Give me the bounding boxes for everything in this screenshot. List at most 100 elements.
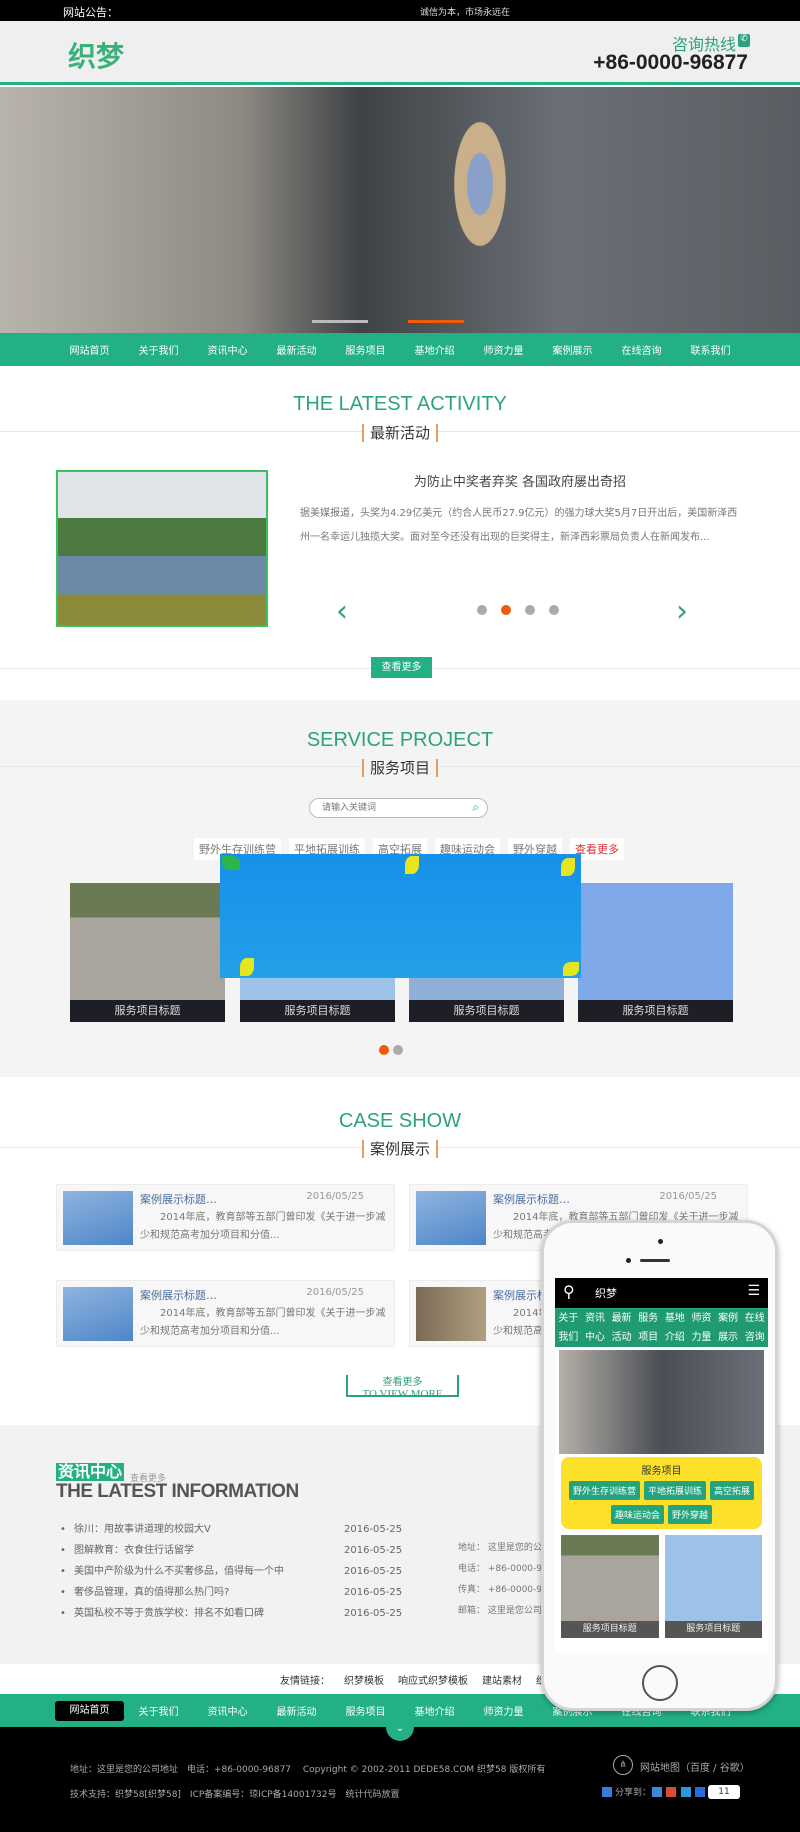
footer-nav-item[interactable]: 资讯中心 bbox=[193, 1703, 262, 1718]
cases-title-cn: 案例展示 bbox=[361, 1140, 438, 1158]
phone-service-tag[interactable]: 趣味运动会 bbox=[610, 1505, 664, 1524]
info-item-title[interactable]: 英国私校不等于贵族学校：排名不如看口碑 bbox=[74, 1603, 344, 1624]
phone-nav-item[interactable]: 在线咨询 bbox=[741, 1309, 768, 1347]
share-weibo-icon[interactable] bbox=[666, 1787, 676, 1797]
case-item[interactable]: 案例展示标题… 2016/05/25 2014年底，教育部等五部门曾印发《关于进一步… bbox=[56, 1280, 395, 1347]
service-item[interactable]: 服务项目标题 bbox=[70, 883, 225, 1022]
phone-nav-item[interactable]: 最新活动 bbox=[608, 1309, 635, 1347]
view-more-button[interactable]: 查看更多 TO VIEW MORE bbox=[346, 1373, 459, 1400]
footer-nav-item[interactable]: 基地介绍 bbox=[400, 1703, 469, 1718]
phone-nav: 关于我们 资讯中心 最新活动 服务项目 基地介绍 师资力量 案例展示 在线咨询 bbox=[555, 1308, 768, 1347]
footer-nav-item[interactable]: 服务项目 bbox=[331, 1703, 400, 1718]
info-title-en: THE LATEST INFORMATION bbox=[56, 1481, 299, 1502]
share-plus-icon[interactable] bbox=[602, 1787, 612, 1797]
slide-dot-active[interactable] bbox=[379, 1045, 389, 1055]
phone-service-tag[interactable]: 野外生存训练营 bbox=[568, 1481, 640, 1500]
info-item[interactable]: • 徐川：用故事讲道理的校园大V 2016-05-25 bbox=[52, 1519, 402, 1540]
nav-item[interactable]: 最新活动 bbox=[262, 342, 331, 357]
case-title[interactable]: 案例展示标题… bbox=[493, 1191, 570, 1207]
phone-service-item[interactable]: 服务项目标题 bbox=[561, 1535, 659, 1638]
banner-indicator-active[interactable] bbox=[408, 320, 464, 323]
footer-nav-item-active[interactable]: 网站首页 bbox=[55, 1700, 124, 1721]
friend-link[interactable]: 响应式织梦模板 bbox=[398, 1672, 468, 1687]
friend-links: 友情链接：织梦模板响应式织梦模板建站素材织梦 bbox=[280, 1672, 556, 1687]
phone-mockup: ⚲ 织梦 ☰ 关于我们 资讯中心 最新活动 服务项目 基地介绍 师资力量 案例展示 在线咨询 … bbox=[541, 1220, 778, 1711]
slide-dot[interactable] bbox=[549, 605, 559, 615]
main-nav: 网站首页 关于我们 资讯中心 最新活动 服务项目 基地介绍 师资力量 案例展示 在线咨询 联系我们 bbox=[0, 333, 800, 366]
info-item-title[interactable]: 图解教育：衣食住行话留学 bbox=[74, 1540, 344, 1561]
nav-item[interactable]: 联系我们 bbox=[676, 342, 745, 357]
banner-indicator[interactable] bbox=[312, 320, 368, 323]
info-item[interactable]: • 英国私校不等于贵族学校：排名不如看口碑 2016-05-25 bbox=[52, 1603, 402, 1624]
phone-service-tag[interactable]: 高空拓展 bbox=[710, 1481, 755, 1500]
phone-nav-item[interactable]: 基地介绍 bbox=[662, 1309, 689, 1347]
search-icon[interactable]: ⌕ bbox=[472, 800, 479, 815]
phone-nav-item[interactable]: 资讯中心 bbox=[582, 1309, 609, 1347]
activity-more-button[interactable]: 查看更多 bbox=[371, 657, 432, 678]
slide-dot[interactable] bbox=[477, 605, 487, 615]
sitemap-link[interactable]: 网站地图（百度 / 谷歌） bbox=[640, 1759, 750, 1774]
slide-dot[interactable] bbox=[393, 1045, 403, 1055]
case-image[interactable] bbox=[63, 1287, 133, 1341]
share-count: 11 bbox=[708, 1785, 740, 1799]
phone-service-title: 服务项目 bbox=[641, 1466, 682, 1477]
nav-item[interactable]: 资讯中心 bbox=[193, 342, 262, 357]
nav-item[interactable]: 案例展示 bbox=[538, 342, 607, 357]
menu-icon[interactable]: ☰ bbox=[747, 1283, 760, 1299]
nav-item[interactable]: 在线咨询 bbox=[607, 342, 676, 357]
share-qzone-icon[interactable] bbox=[652, 1787, 662, 1797]
info-item-title[interactable]: 奢侈品管理，真的值得那么热门吗? bbox=[74, 1582, 344, 1603]
phone-nav-item[interactable]: 服务项目 bbox=[635, 1309, 662, 1347]
phone-nav-item[interactable]: 师资力量 bbox=[688, 1309, 715, 1347]
nav-item[interactable]: 服务项目 bbox=[331, 342, 400, 357]
phone-nav-item[interactable]: 案例展示 bbox=[715, 1309, 742, 1347]
phone-camera bbox=[658, 1239, 663, 1244]
share-tqq-icon[interactable] bbox=[681, 1787, 691, 1797]
footer-nav-item[interactable]: 关于我们 bbox=[124, 1703, 193, 1718]
info-item[interactable]: • 奢侈品管理，真的值得那么热门吗? 2016-05-25 bbox=[52, 1582, 402, 1603]
activity-image[interactable] bbox=[56, 470, 268, 627]
footer-nav-item[interactable]: 最新活动 bbox=[262, 1703, 331, 1718]
service-item[interactable]: 服务项目标题 bbox=[578, 883, 733, 1022]
chevron-down-icon[interactable]: ⌄ bbox=[386, 1719, 414, 1741]
case-title[interactable]: 案例展示标 bbox=[493, 1287, 548, 1303]
phone-service-tag[interactable]: 平地拓展训练 bbox=[643, 1481, 706, 1500]
sitemap-icon[interactable]: ⋔ bbox=[613, 1755, 633, 1775]
info-item[interactable]: • 图解教育：衣食住行话留学 2016-05-25 bbox=[52, 1540, 402, 1561]
info-item-title[interactable]: 徐川：用故事讲道理的校园大V bbox=[74, 1519, 344, 1540]
slide-dot-active[interactable] bbox=[501, 605, 511, 615]
case-title[interactable]: 案例展示标题… bbox=[140, 1191, 217, 1207]
slide-dot[interactable] bbox=[525, 605, 535, 615]
logo[interactable]: 织梦 bbox=[68, 35, 124, 75]
case-image[interactable] bbox=[416, 1191, 486, 1245]
service-title-cn: 服务项目 bbox=[361, 759, 438, 777]
prev-arrow-icon[interactable]: ‹ bbox=[336, 594, 348, 629]
case-image[interactable] bbox=[63, 1191, 133, 1245]
nav-item[interactable]: 师资力量 bbox=[469, 342, 538, 357]
next-arrow-icon[interactable]: › bbox=[676, 594, 688, 629]
nav-item[interactable]: 关于我们 bbox=[124, 342, 193, 357]
friend-link[interactable]: 织梦模板 bbox=[344, 1672, 384, 1687]
case-image[interactable] bbox=[416, 1287, 486, 1341]
popup-overlay[interactable] bbox=[220, 854, 581, 978]
service-search-input[interactable] bbox=[322, 802, 452, 812]
friend-link[interactable]: 建站素材 bbox=[482, 1672, 522, 1687]
case-title[interactable]: 案例展示标题… bbox=[140, 1287, 217, 1303]
info-item-date: 2016-05-25 bbox=[344, 1566, 403, 1577]
search-icon[interactable]: ⚲ bbox=[563, 1282, 575, 1301]
nav-item[interactable]: 网站首页 bbox=[55, 342, 124, 357]
phone-service-tag[interactable]: 野外穿越 bbox=[668, 1505, 713, 1524]
activity-headline[interactable]: 为防止中奖者弃奖 各国政府屡出奇招 bbox=[300, 471, 740, 490]
phone-nav-item[interactable]: 关于我们 bbox=[555, 1309, 582, 1347]
info-item[interactable]: • 美国中产阶级为什么不买奢侈品，值得每一个中 2016-05-25 bbox=[52, 1561, 402, 1582]
case-item[interactable]: 案例展示标题… 2016/05/25 2014年底，教育部等五部门曾印发《关于进一步… bbox=[56, 1184, 395, 1251]
share-renren-icon[interactable] bbox=[695, 1787, 705, 1797]
contact-label: 邮箱： bbox=[458, 1606, 486, 1616]
phone-service-item[interactable]: 服务项目标题 bbox=[664, 1535, 762, 1638]
info-item-title[interactable]: 美国中产阶级为什么不买奢侈品，值得每一个中 bbox=[74, 1561, 344, 1582]
activity-title-en: THE LATEST ACTIVITY bbox=[293, 393, 507, 415]
footer-nav-item[interactable]: 师资力量 bbox=[469, 1703, 538, 1718]
service-item-title: 服务项目标题 bbox=[578, 1000, 733, 1022]
hotline-number: +86-0000-96877 bbox=[593, 51, 748, 74]
nav-item[interactable]: 基地介绍 bbox=[400, 342, 469, 357]
